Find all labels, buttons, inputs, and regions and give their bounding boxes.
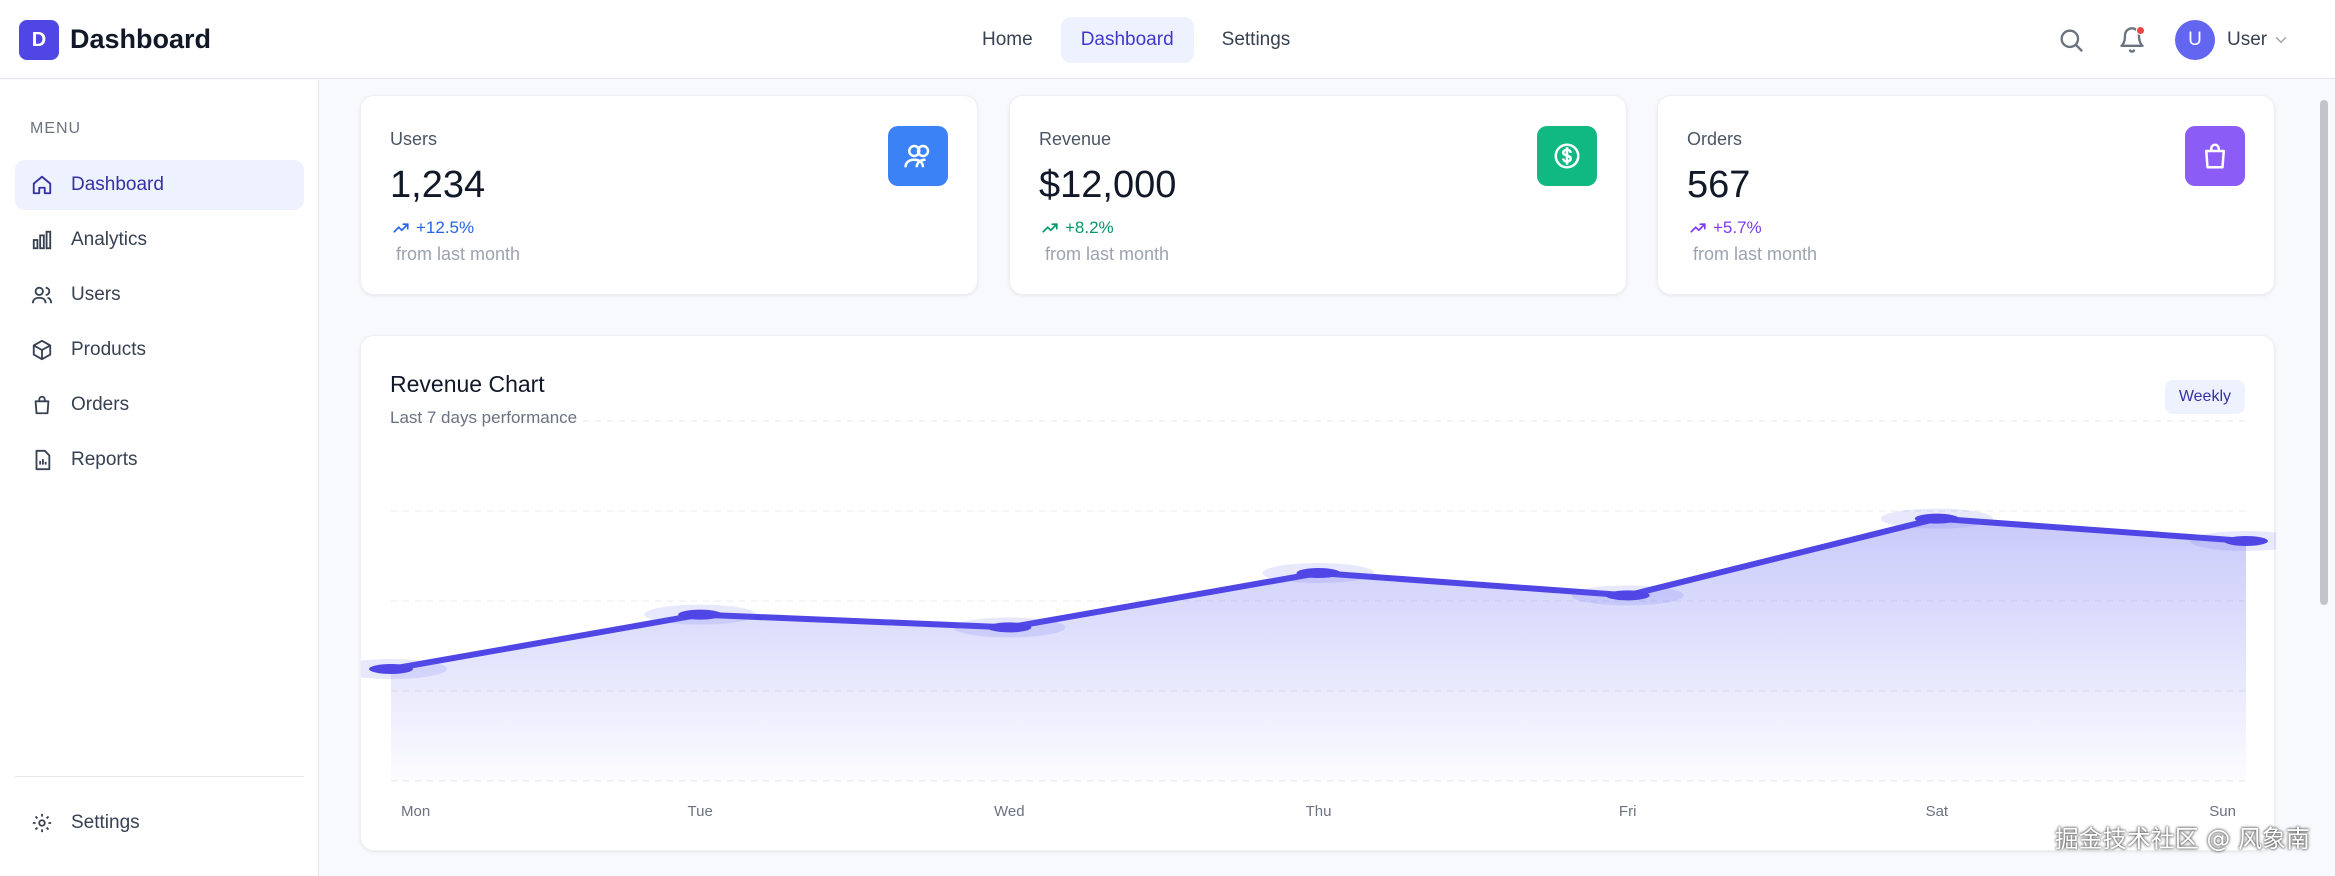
stat-change: +12.5%	[392, 218, 474, 238]
scrollbar[interactable]	[2320, 100, 2328, 605]
chart-title: Revenue Chart	[390, 371, 545, 397]
bag-icon	[34, 395, 50, 415]
stat-change-value: +12.5%	[416, 218, 475, 237]
stat-label: Revenue	[1039, 129, 1112, 149]
menu-label: MENU	[30, 120, 82, 137]
chart-point-mon[interactable]	[369, 664, 413, 674]
x-tick-label: Sat	[1926, 803, 1949, 820]
users-icon	[888, 126, 948, 186]
chart-subtitle: Last 7 days performance	[390, 408, 578, 427]
x-tick-label: Wed	[994, 803, 1025, 820]
stat-sub: from last month	[1045, 244, 1170, 264]
avatar[interactable]: U	[2175, 20, 2215, 60]
sidebar-divider	[15, 776, 304, 777]
stat-sub: from last month	[1693, 244, 1818, 264]
trending-up-icon	[1690, 223, 1706, 233]
nav-settings[interactable]: Settings	[1202, 17, 1311, 63]
sidebar-item-analytics[interactable]: Analytics	[15, 215, 304, 265]
trending-up-icon	[1042, 223, 1058, 233]
sidebar-item-label: Settings	[71, 812, 140, 833]
bar-chart-icon	[32, 230, 52, 250]
x-tick-label: Thu	[1306, 803, 1332, 820]
chart-point-sat[interactable]	[1914, 513, 1959, 524]
period-selector[interactable]: Weekly	[2164, 380, 2245, 414]
revenue-chart: Mon Tue Wed Thu Fri Sat Sun	[361, 420, 2276, 820]
stat-change-value: +8.2%	[1065, 218, 1114, 237]
chart-point-thu[interactable]	[1296, 568, 1341, 578]
users-icon	[31, 286, 53, 304]
stat-change: +8.2%	[1041, 218, 1114, 238]
x-tick-label: Fri	[1619, 803, 1637, 820]
brand-title: Dashboard	[70, 24, 212, 54]
chart-point-fri[interactable]	[1605, 590, 1650, 601]
stat-change-value: +5.7%	[1713, 218, 1762, 237]
report-icon	[35, 449, 51, 471]
x-tick-label: Mon	[401, 803, 430, 820]
sidebar-item-label: Dashboard	[71, 174, 164, 195]
stat-label: Orders	[1687, 129, 1743, 149]
sidebar-item-label: Orders	[71, 394, 130, 415]
chart-area	[391, 518, 2246, 781]
stat-change: +5.7%	[1689, 218, 1762, 238]
logo-badge[interactable]: D	[19, 20, 59, 60]
sidebar: MENU Dashboard Analytics Users Products …	[0, 80, 319, 876]
sidebar-item-label: Analytics	[71, 229, 148, 250]
x-tick-label: Tue	[688, 803, 713, 820]
sidebar-item-products[interactable]: Products	[15, 325, 304, 375]
bell-icon[interactable]	[2118, 26, 2146, 54]
box-icon	[32, 339, 52, 361]
sidebar-item-label: Users	[71, 284, 121, 305]
sidebar-item-dashboard[interactable]: Dashboard	[15, 160, 304, 210]
watermark: 掘金技术社区 @ 风象南	[2054, 825, 2310, 853]
search-icon[interactable]	[2057, 26, 2085, 54]
stat-sub: from last month	[396, 244, 521, 264]
gear-icon	[32, 813, 52, 833]
trending-up-icon	[393, 223, 409, 233]
notification-dot	[2136, 26, 2145, 35]
stat-value: 1,234	[390, 164, 486, 206]
sidebar-item-orders[interactable]: Orders	[15, 380, 304, 430]
user-name[interactable]: User	[2227, 29, 2267, 51]
revenue-chart-card: Mon Tue Wed Thu Fri Sat Sun Revenue Chart Last…	[360, 335, 2276, 851]
stat-label: Users	[390, 129, 438, 149]
bag-icon	[2185, 126, 2245, 186]
chart-point-tue[interactable]	[678, 609, 723, 620]
sidebar-item-label: Products	[71, 339, 146, 360]
nav-home[interactable]: Home	[962, 17, 1053, 63]
home-icon	[32, 175, 52, 195]
sidebar-item-label: Reports	[71, 449, 138, 470]
chart-point-sun[interactable]	[2224, 536, 2268, 546]
sidebar-item-settings[interactable]: Settings	[15, 798, 304, 848]
stat-value: $12,000	[1039, 164, 1177, 206]
stat-card-revenue: Revenue $12,000 +8.2% from last month	[1009, 95, 1627, 295]
dollar-icon	[1537, 126, 1597, 186]
chevron-down-icon[interactable]	[2272, 31, 2290, 49]
nav-dashboard[interactable]: Dashboard	[1060, 17, 1194, 63]
top-header: D Dashboard Home Dashboard Settings U Us…	[0, 0, 2335, 79]
sidebar-item-users[interactable]: Users	[15, 270, 304, 320]
top-nav: Home Dashboard Settings	[962, 17, 1310, 63]
x-tick-label: Sun	[2209, 803, 2236, 820]
chart-point-wed[interactable]	[987, 622, 1032, 633]
stat-card-orders: Orders 567 +5.7% from last month	[1657, 95, 2275, 295]
stat-card-users: Users 1,234 +12.5% from last month	[360, 95, 978, 295]
sidebar-item-reports[interactable]: Reports	[15, 435, 304, 485]
stat-value: 567	[1687, 164, 1751, 206]
